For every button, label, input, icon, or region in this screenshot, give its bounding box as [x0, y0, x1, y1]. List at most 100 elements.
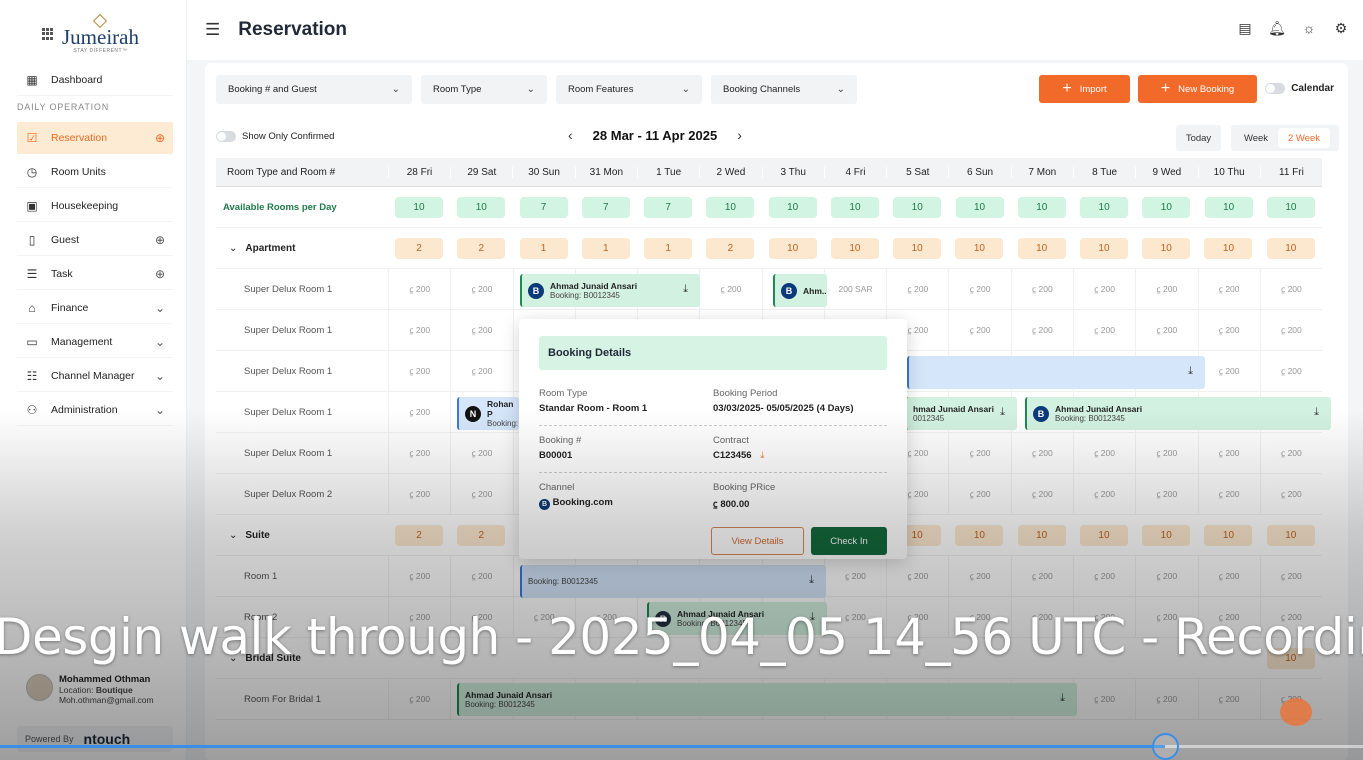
price-cell[interactable]: ⃀ 200 [1197, 351, 1260, 391]
price-cell[interactable]: ⃀ 200 [886, 269, 948, 309]
download-icon[interactable]: ⤓ [1000, 406, 1005, 419]
price-cell[interactable]: ⃀ 200 [1072, 433, 1135, 473]
price-cell[interactable]: ⃀ 200 [1259, 433, 1322, 473]
price-cell[interactable]: ⃀ 200 [1197, 269, 1260, 309]
prev-arrow-icon[interactable]: ‹ [568, 127, 573, 143]
price-cell[interactable]: ⃀ 200 [1259, 474, 1322, 514]
settings-icon[interactable]: ⚙ [1333, 20, 1349, 36]
price-cell[interactable]: ⃀ 200 [1135, 269, 1197, 309]
price-cell[interactable]: ⃀ 200 [1010, 556, 1073, 596]
price-cell[interactable]: ⃀ 200 [388, 269, 450, 309]
filter-room-features[interactable]: Room Features ⌄ [556, 75, 702, 104]
sidebar-item-guest[interactable]: ▯ Guest ⊕ [17, 224, 173, 256]
price-cell[interactable]: ⃀ 200 [1072, 556, 1135, 596]
price-cell[interactable]: ⃀ 200 [450, 351, 512, 391]
confirmed-switch[interactable] [216, 131, 236, 142]
next-arrow-icon[interactable]: › [737, 127, 742, 143]
price-cell[interactable]: ⃀ 200 [1135, 679, 1197, 719]
sidebar-item-channel-manager[interactable]: ☷ Channel Manager ⌄ [17, 360, 173, 392]
price-cell[interactable]: ⃀ 200 [699, 269, 761, 309]
expand-icon[interactable]: ⊕ [155, 233, 165, 247]
price-cell[interactable]: ⃀ 200 [948, 269, 1010, 309]
chat-helper-icon[interactable] [1280, 698, 1312, 726]
price-cell[interactable]: ⃀ 200 [1135, 433, 1197, 473]
booking-bar[interactable]: Ahmad Junaid Ansari Booking: B0012345 ⤓ [457, 683, 1077, 716]
chevron-down-icon[interactable]: ⌄ [229, 243, 237, 254]
price-cell[interactable]: ⃀ 200 [1197, 556, 1260, 596]
price-cell[interactable]: ⃀ 200 [388, 351, 450, 391]
sidebar-item-reservation[interactable]: ☑ Reservation ⊕ [17, 122, 173, 154]
filter-room-type[interactable]: Room Type ⌄ [421, 75, 547, 104]
price-cell[interactable]: 200 SAR [823, 269, 886, 309]
filter-booking-and-guest[interactable]: Booking # and Guest ⌄ [216, 75, 412, 104]
group-name[interactable]: ⌄ Suite [216, 530, 388, 541]
booking-bar[interactable]: N Rohan P Booking: [457, 397, 519, 430]
download-icon[interactable]: ⤓ [1188, 365, 1193, 378]
sidebar-item-administration[interactable]: ⚇ Administration ⌄ [17, 394, 173, 426]
price-cell[interactable]: ⃀ 200 [1135, 310, 1197, 350]
price-cell[interactable]: ⃀ 200 [388, 433, 450, 473]
booking-bar[interactable]: B Ahmad Junaid Ansari Booking: B0012345 ⤓ [520, 274, 700, 307]
price-cell[interactable]: ⃀ 200 [450, 433, 512, 473]
booking-bar[interactable]: B Ahm.. [773, 274, 827, 307]
download-icon[interactable]: ⤓ [1314, 406, 1319, 419]
filter-booking-channels[interactable]: Booking Channels ⌄ [711, 75, 857, 104]
sidebar-item-room-units[interactable]: ◷ Room Units [17, 156, 173, 188]
price-cell[interactable]: ⃀ 200 [1197, 679, 1260, 719]
sidebar-item-dashboard[interactable]: ▦ Dashboard [17, 64, 173, 96]
price-cell[interactable]: ⃀ 200 [388, 556, 450, 596]
message-icon[interactable]: ▤ [1237, 20, 1253, 36]
download-icon[interactable]: ⤓ [809, 574, 814, 587]
expand-icon[interactable]: ⌄ [155, 301, 165, 315]
sidebar-item-finance[interactable]: ⌂ Finance ⌄ [17, 292, 173, 324]
price-cell[interactable]: ⃀ 200 [388, 679, 450, 719]
calendar-switch[interactable] [1265, 83, 1286, 94]
sun-icon[interactable]: ☼ [1301, 20, 1317, 36]
price-cell[interactable]: ⃀ 200 [1259, 310, 1322, 350]
chevron-down-icon[interactable]: ⌄ [229, 530, 237, 541]
expand-icon[interactable]: ⌄ [155, 403, 165, 417]
price-cell[interactable]: ⃀ 200 [450, 474, 512, 514]
price-cell[interactable]: ⃀ 200 [1135, 556, 1197, 596]
price-cell[interactable]: ⃀ 200 [1197, 474, 1260, 514]
price-cell[interactable]: ⃀ 200 [450, 310, 512, 350]
booking-bar[interactable]: B Ahmad Junaid Ansari Booking: B0012345 ⤓ [1025, 397, 1331, 430]
download-icon[interactable]: ⤓ [760, 450, 764, 461]
booking-bar[interactable]: Booking: B0012345 ⤓ [520, 565, 826, 598]
week-button[interactable]: Week [1234, 133, 1278, 144]
price-cell[interactable]: ⃀ 200 [1259, 351, 1322, 391]
booking-bar[interactable]: hmad Junaid Ansari 0012345 ⤓ [905, 397, 1017, 430]
price-cell[interactable]: ⃀ 200 [948, 474, 1010, 514]
price-cell[interactable]: ⃀ 200 [886, 556, 948, 596]
sidebar-item-management[interactable]: ▭ Management ⌄ [17, 326, 173, 358]
price-cell[interactable]: ⃀ 200 [1010, 474, 1073, 514]
sidebar-item-housekeeping[interactable]: ▣ Housekeeping [17, 190, 173, 222]
download-icon[interactable]: ⤓ [1060, 692, 1065, 705]
price-cell[interactable]: ⃀ 200 [1197, 433, 1260, 473]
price-cell[interactable]: ⃀ 200 [450, 556, 512, 596]
view-details-button[interactable]: View Details [711, 527, 804, 555]
price-cell[interactable]: ⃀ 200 [1072, 269, 1135, 309]
sidebar-item-task[interactable]: ☰ Task ⊕ [17, 258, 173, 290]
price-cell[interactable]: ⃀ 200 [1010, 433, 1073, 473]
price-cell[interactable]: ⃀ 200 [1259, 269, 1322, 309]
apps-grid-icon[interactable] [42, 28, 54, 40]
price-cell[interactable]: ⃀ 200 [1197, 310, 1260, 350]
expand-icon[interactable]: ⌄ [155, 335, 165, 349]
download-icon[interactable]: ⤓ [683, 283, 688, 296]
check-in-button[interactable]: Check In [811, 527, 887, 555]
booking-bar[interactable]: ⤓ [907, 356, 1205, 389]
price-cell[interactable]: ⃀ 200 [388, 474, 450, 514]
price-cell[interactable]: ⃀ 200 [823, 556, 886, 596]
price-cell[interactable]: ⃀ 200 [1259, 556, 1322, 596]
price-cell[interactable]: ⃀ 200 [1072, 474, 1135, 514]
user-profile[interactable]: Mohammed Othman Location: Boutique Moh.o… [26, 674, 154, 705]
expand-icon[interactable]: ⊕ [155, 131, 165, 145]
price-cell[interactable]: ⃀ 200 [948, 556, 1010, 596]
price-cell[interactable]: ⃀ 200 [1072, 679, 1135, 719]
group-name[interactable]: ⌄ Apartment [216, 243, 388, 254]
today-button[interactable]: Today [1176, 125, 1221, 151]
menu-icon[interactable]: ☰ [205, 20, 220, 40]
expand-icon[interactable]: ⌄ [155, 369, 165, 383]
video-seekbar[interactable] [0, 733, 1363, 760]
